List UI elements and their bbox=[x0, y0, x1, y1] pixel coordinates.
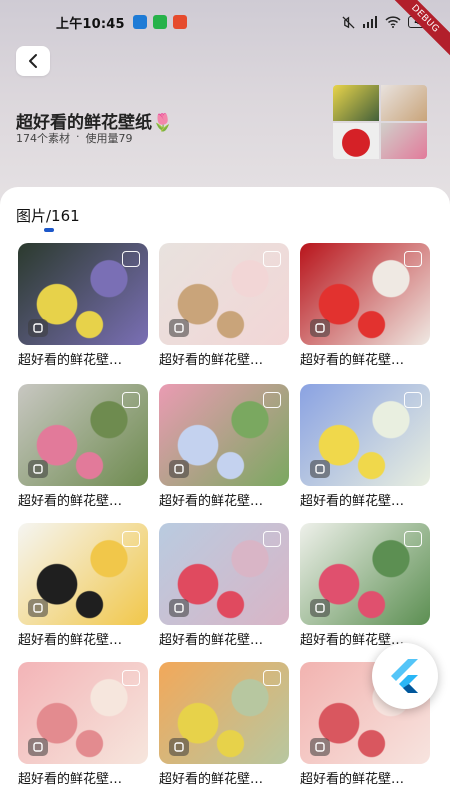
wallpaper-thumbnail[interactable] bbox=[300, 384, 430, 486]
card-caption: 超好看的鲜花壁… bbox=[159, 633, 264, 648]
app-notification-icon bbox=[132, 15, 147, 29]
meta-separator: · bbox=[76, 130, 80, 143]
wallpaper-thumbnail[interactable] bbox=[18, 243, 148, 345]
live-photo-icon bbox=[310, 319, 330, 337]
flutter-fab-button[interactable] bbox=[372, 643, 438, 709]
collection-cover bbox=[333, 85, 427, 159]
live-photo-icon bbox=[28, 319, 48, 337]
image-card[interactable]: 超好看的鲜花壁… bbox=[18, 523, 148, 648]
status-time: 上午10:45 bbox=[56, 16, 125, 32]
image-card[interactable]: 超好看的鲜花壁… bbox=[159, 384, 289, 509]
select-checkbox[interactable] bbox=[122, 670, 140, 686]
wallpaper-thumbnail[interactable] bbox=[18, 662, 148, 764]
select-checkbox[interactable] bbox=[404, 392, 422, 408]
image-card[interactable]: 超好看的鲜花壁… bbox=[18, 243, 148, 368]
wallpaper-thumbnail[interactable] bbox=[18, 523, 148, 625]
status-app-icons bbox=[132, 15, 187, 29]
section-title: 图片/161 bbox=[16, 207, 80, 225]
live-photo-icon bbox=[28, 738, 48, 756]
card-caption: 超好看的鲜花壁… bbox=[18, 772, 123, 787]
select-checkbox[interactable] bbox=[122, 251, 140, 267]
cover-tile bbox=[381, 123, 427, 159]
image-card[interactable]: 超好看的鲜花壁… bbox=[159, 662, 289, 787]
live-photo-icon bbox=[169, 460, 189, 478]
wallpaper-thumbnail[interactable] bbox=[159, 384, 289, 486]
material-count: 174个素材 bbox=[16, 132, 70, 145]
mute-icon bbox=[342, 15, 355, 29]
card-caption: 超好看的鲜花壁… bbox=[159, 772, 264, 787]
select-checkbox[interactable] bbox=[122, 531, 140, 547]
wallpaper-thumbnail[interactable] bbox=[159, 662, 289, 764]
card-caption: 超好看的鲜花壁… bbox=[18, 633, 123, 648]
chevron-left-icon bbox=[29, 54, 37, 68]
card-caption: 超好看的鲜花壁… bbox=[300, 353, 405, 368]
image-card[interactable]: 超好看的鲜花壁… bbox=[18, 662, 148, 787]
wallpaper-thumbnail[interactable] bbox=[159, 523, 289, 625]
live-photo-icon bbox=[169, 599, 189, 617]
image-card[interactable]: 超好看的鲜花壁… bbox=[300, 523, 430, 648]
wallpaper-thumbnail[interactable] bbox=[18, 384, 148, 486]
live-photo-icon bbox=[310, 738, 330, 756]
card-caption: 超好看的鲜花壁… bbox=[18, 353, 123, 368]
live-photo-icon bbox=[169, 319, 189, 337]
select-checkbox[interactable] bbox=[263, 670, 281, 686]
live-photo-icon bbox=[310, 460, 330, 478]
card-caption: 超好看的鲜花壁… bbox=[300, 772, 405, 787]
cover-tile bbox=[333, 123, 379, 159]
tab-indicator bbox=[44, 228, 54, 232]
wifi-icon bbox=[385, 16, 401, 28]
live-photo-icon bbox=[310, 599, 330, 617]
wallpaper-thumbnail[interactable] bbox=[300, 523, 430, 625]
card-caption: 超好看的鲜花壁… bbox=[18, 494, 123, 509]
usage-count: 使用量79 bbox=[85, 132, 133, 145]
image-card[interactable]: 超好看的鲜花壁… bbox=[159, 243, 289, 368]
app-notification-icon bbox=[152, 15, 167, 29]
select-checkbox[interactable] bbox=[122, 392, 140, 408]
image-card[interactable]: 超好看的鲜花壁… bbox=[18, 384, 148, 509]
cover-tile bbox=[333, 85, 379, 121]
signal-icon bbox=[363, 16, 377, 28]
card-caption: 超好看的鲜花壁… bbox=[159, 353, 264, 368]
collection-meta: 174个素材 · 使用量79 bbox=[16, 130, 133, 146]
live-photo-icon bbox=[28, 460, 48, 478]
select-checkbox[interactable] bbox=[404, 251, 422, 267]
select-checkbox[interactable] bbox=[404, 531, 422, 547]
select-checkbox[interactable] bbox=[263, 531, 281, 547]
flutter-logo-icon bbox=[391, 659, 418, 693]
wallpaper-thumbnail[interactable] bbox=[300, 243, 430, 345]
card-caption: 超好看的鲜花壁… bbox=[300, 494, 405, 509]
back-button[interactable] bbox=[16, 46, 50, 76]
app-notification-icon bbox=[172, 15, 187, 29]
select-checkbox[interactable] bbox=[263, 251, 281, 267]
image-card[interactable]: 超好看的鲜花壁… bbox=[300, 384, 430, 509]
wallpaper-thumbnail[interactable] bbox=[159, 243, 289, 345]
select-checkbox[interactable] bbox=[263, 392, 281, 408]
status-bar: 上午10:45 47 bbox=[0, 0, 450, 44]
live-photo-icon bbox=[28, 599, 48, 617]
image-card[interactable]: 超好看的鲜花壁… bbox=[159, 523, 289, 648]
cover-tile bbox=[381, 85, 427, 121]
live-photo-icon bbox=[169, 738, 189, 756]
card-caption: 超好看的鲜花壁… bbox=[159, 494, 264, 509]
image-card[interactable]: 超好看的鲜花壁… bbox=[300, 243, 430, 368]
